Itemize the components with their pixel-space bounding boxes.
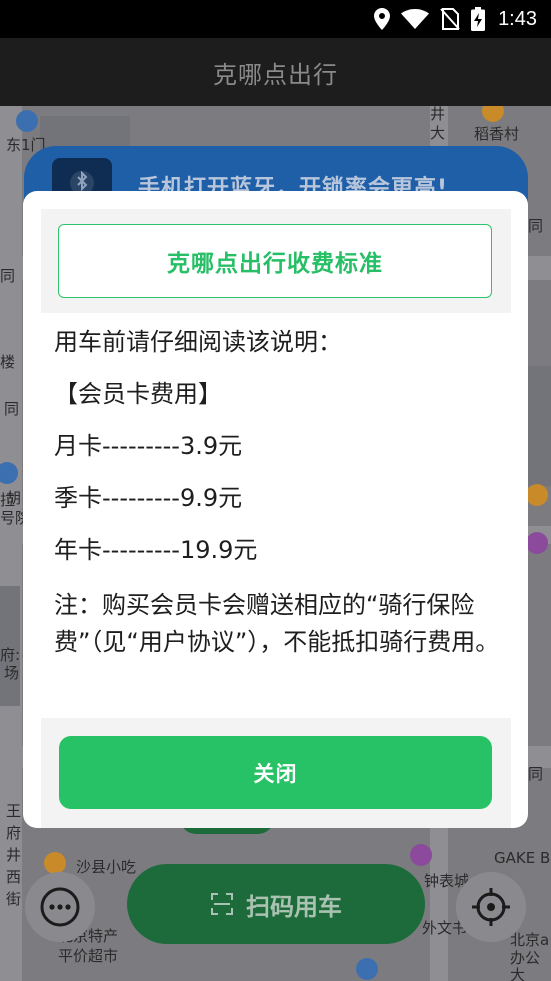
map-label: 楼 <box>0 353 16 371</box>
section-heading: 【会员卡费用】 <box>54 380 222 408</box>
map-label: 平价超市 <box>58 947 119 965</box>
price-yearly: 年卡---------19.9元 <box>54 536 258 564</box>
map-label: 场 <box>4 664 20 682</box>
close-button[interactable]: 关闭 <box>59 736 492 809</box>
map-label: 拉 <box>0 491 16 509</box>
intro-text: 用车前请仔细阅读该说明： <box>54 328 342 356</box>
map-label: 办公大 <box>510 949 541 981</box>
map-label: 沙县小吃 <box>76 858 137 876</box>
map-pin-icon <box>526 532 548 554</box>
fee-standard-dialog: 克哪点出行收费标准 用车前请仔细阅读该说明： 【会员卡费用】 月卡-------… <box>23 191 528 828</box>
map-label: 同 <box>528 765 544 783</box>
no-sim-icon <box>440 8 460 30</box>
dialog-title-box: 克哪点出行收费标准 <box>58 224 492 298</box>
wifi-icon <box>401 9 430 29</box>
map-pin-icon <box>356 958 378 980</box>
note-text: 注：购买会员卡会赠送相应的“骑行保险费”（见“用户协议”），不能抵扣骑行费用。 <box>54 591 500 656</box>
map-label: 井 <box>6 846 22 864</box>
scan-to-ride-button[interactable]: 扫码用车 <box>127 864 425 944</box>
map-label: 井 <box>430 106 446 123</box>
map-label: 大 <box>430 124 446 142</box>
status-bar: 1:43 <box>0 0 551 38</box>
dialog-header: 克哪点出行收费标准 <box>41 209 511 313</box>
more-button[interactable] <box>25 872 95 942</box>
map-label: 北京a <box>510 931 550 949</box>
close-label: 关闭 <box>253 761 298 786</box>
app-title: 克哪点出行 <box>213 60 338 89</box>
price-quarterly: 季卡---------9.9元 <box>54 484 243 512</box>
battery-charging-icon <box>471 7 486 31</box>
map-label: 同 <box>0 267 16 285</box>
location-icon <box>374 8 391 30</box>
map-pin-icon <box>16 110 38 132</box>
map-pin-icon <box>410 844 432 866</box>
map-label: 同 <box>528 217 544 235</box>
status-time: 1:43 <box>498 7 537 30</box>
locate-button[interactable] <box>456 872 526 942</box>
map-label: 街 <box>6 890 22 908</box>
crosshair-icon <box>472 888 510 926</box>
map-label: 同 <box>4 400 20 418</box>
scan-to-ride-label: 扫码用车 <box>246 892 342 921</box>
map-label: 府: <box>0 646 21 664</box>
map-pin-icon <box>482 106 504 122</box>
dialog-title: 克哪点出行收费标准 <box>167 251 383 277</box>
map-pin-icon <box>44 852 66 874</box>
map-pin-icon <box>526 484 548 506</box>
app-bar: 克哪点出行 <box>0 38 551 106</box>
map-label: GAKE B <box>494 849 551 867</box>
more-icon <box>40 887 80 927</box>
status-icons: 1:43 <box>374 6 537 32</box>
price-monthly: 月卡---------3.9元 <box>54 432 243 460</box>
scan-icon <box>211 893 233 915</box>
map-label: 王 <box>6 802 22 820</box>
map-label: 府 <box>6 824 22 842</box>
map-label: 西 <box>6 868 22 886</box>
map-label: 稻香村 <box>474 125 520 143</box>
dialog-footer: 关闭 <box>41 718 511 828</box>
